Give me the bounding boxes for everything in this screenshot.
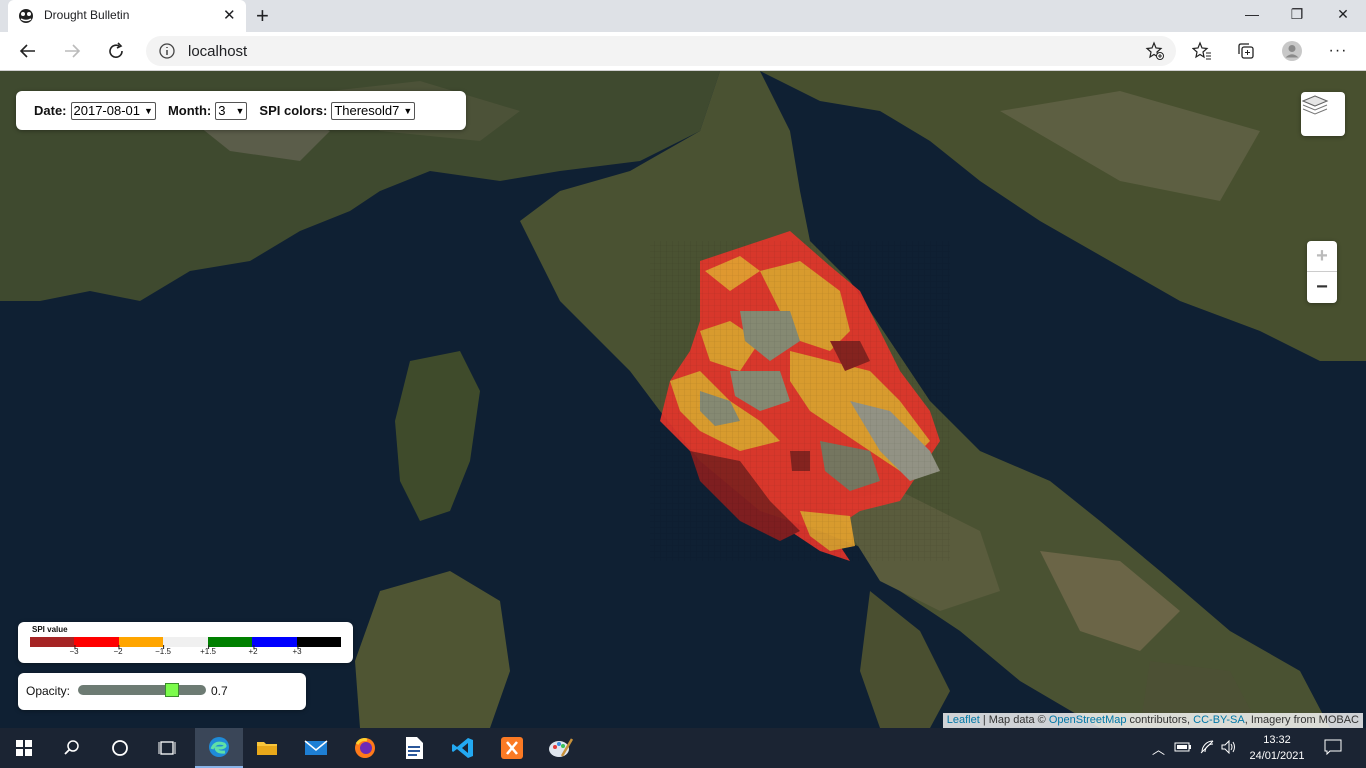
task-view-icon[interactable] (144, 728, 192, 768)
tab-title: Drought Bulletin (44, 8, 130, 22)
leaflet-link[interactable]: Leaflet (947, 714, 980, 726)
more-menu-icon[interactable]: ··· (1326, 40, 1350, 62)
edge-icon[interactable] (195, 728, 243, 768)
tab-close-icon[interactable]: ✕ (223, 6, 236, 24)
legend-swatch (163, 637, 208, 647)
site-info-icon[interactable] (158, 42, 176, 60)
spi-overlay (650, 231, 950, 561)
cortana-icon[interactable] (96, 728, 144, 768)
legend-swatch (252, 637, 297, 647)
add-favorite-icon[interactable] (1143, 40, 1167, 62)
legend-swatch (74, 637, 119, 647)
profile-avatar-icon[interactable] (1280, 40, 1304, 62)
battery-icon[interactable] (1174, 741, 1192, 753)
notifications-icon[interactable] (1324, 739, 1342, 755)
legend-tick: +1.5 (200, 645, 216, 656)
collections-icon[interactable] (1234, 40, 1258, 62)
opacity-value: 0.7 (211, 684, 228, 698)
word-icon[interactable] (390, 728, 438, 768)
filter-control-panel: Date: 2017-08-01 ▼ Month: 3 ▼ SPI colors… (16, 91, 466, 130)
legend-swatch (296, 637, 341, 647)
xampp-icon[interactable] (488, 728, 536, 768)
date-select[interactable]: 2017-08-01 ▼ (70, 101, 156, 120)
zoom-in-button[interactable]: + (1307, 241, 1337, 272)
address-bar[interactable]: localhost (146, 36, 1176, 66)
new-tab-icon[interactable]: + (256, 3, 269, 29)
favorites-icon[interactable] (1190, 40, 1214, 62)
legend-color-bar (30, 637, 341, 647)
opacity-slider-thumb[interactable] (164, 683, 179, 697)
tray-chevron-up-icon[interactable]: ︿ (1152, 739, 1165, 758)
opacity-slider[interactable] (78, 685, 206, 695)
spi-colors-select-value: Theresold7 (334, 103, 400, 118)
zoom-out-button[interactable]: − (1307, 272, 1337, 303)
layers-icon (1301, 95, 1329, 115)
map-view[interactable]: Date: 2017-08-01 ▼ Month: 3 ▼ SPI colors… (0, 71, 1366, 728)
search-icon[interactable] (48, 728, 96, 768)
legend-swatch (118, 637, 164, 647)
chevron-down-icon: ▼ (403, 105, 413, 116)
volume-icon[interactable] (1221, 740, 1237, 754)
firefox-icon[interactable] (341, 728, 389, 768)
legend-swatch (207, 637, 253, 647)
browser-tab-bar: Drought Bulletin ✕ + — ❐ ✕ (0, 0, 1366, 32)
month-label: Month: (167, 103, 212, 118)
start-button[interactable] (0, 728, 48, 768)
osm-link[interactable]: OpenStreetMap (1049, 714, 1127, 726)
legend-swatch (30, 637, 75, 647)
legend-tick: +3 (292, 645, 302, 656)
zoom-control: + − (1307, 241, 1337, 303)
refresh-icon[interactable] (104, 40, 128, 62)
restore-icon[interactable]: ❐ (1285, 6, 1309, 23)
spi-colors-select[interactable]: Theresold7 ▼ (331, 101, 416, 120)
window-close-icon[interactable]: ✕ (1331, 6, 1355, 23)
attribution-text: , Imagery from MOBAC (1244, 714, 1359, 726)
date-select-value: 2017-08-01 (73, 103, 141, 118)
layers-button[interactable] (1301, 92, 1345, 136)
windows-icon (16, 740, 32, 756)
browser-toolbar: localhost ··· (0, 32, 1366, 71)
folder-icon[interactable] (243, 728, 291, 768)
favicon-icon (19, 9, 33, 23)
month-select-value: 3 (218, 103, 226, 118)
legend-title: SPI value (32, 625, 68, 634)
paint-icon[interactable] (537, 728, 585, 768)
opacity-label: Opacity: (26, 684, 71, 698)
legend-tick: −2 (113, 645, 123, 656)
attribution-text: | Map data © (979, 714, 1049, 726)
attribution-text: contributors, (1126, 714, 1194, 726)
system-clock[interactable]: 13:32 24/01/2021 (1244, 732, 1310, 764)
address-text: localhost (188, 43, 248, 60)
wifi-icon[interactable] (1199, 740, 1215, 754)
date-label: Date: (34, 103, 67, 118)
vscode-icon[interactable] (439, 728, 487, 768)
license-link[interactable]: CC-BY-SA (1193, 714, 1245, 726)
chevron-down-icon: ▼ (144, 105, 153, 116)
minimize-icon[interactable]: — (1240, 6, 1264, 22)
legend-tick: −1.5 (155, 645, 171, 656)
map-attribution: Leaflet | Map data © OpenStreetMap contr… (942, 713, 1363, 728)
spi-colors-label: SPI colors: (259, 103, 328, 118)
browser-tab[interactable]: Drought Bulletin ✕ (8, 0, 246, 32)
clock-time: 13:32 (1263, 734, 1291, 746)
windows-taskbar: ︿ 13:32 24/01/2021 (0, 728, 1366, 768)
mail-icon[interactable] (292, 728, 340, 768)
clock-date: 24/01/2021 (1249, 750, 1305, 762)
spi-legend: SPI value −3 −2 −1.5 +1.5 +2 +3 (18, 622, 353, 663)
legend-tick: +2 (248, 645, 258, 656)
legend-tick: −3 (69, 645, 79, 656)
back-icon[interactable] (16, 40, 40, 62)
chevron-down-icon: ▼ (235, 105, 245, 116)
month-select[interactable]: 3 ▼ (215, 101, 248, 120)
forward-icon[interactable] (60, 40, 84, 62)
opacity-control: Opacity: 0.7 (18, 673, 306, 710)
